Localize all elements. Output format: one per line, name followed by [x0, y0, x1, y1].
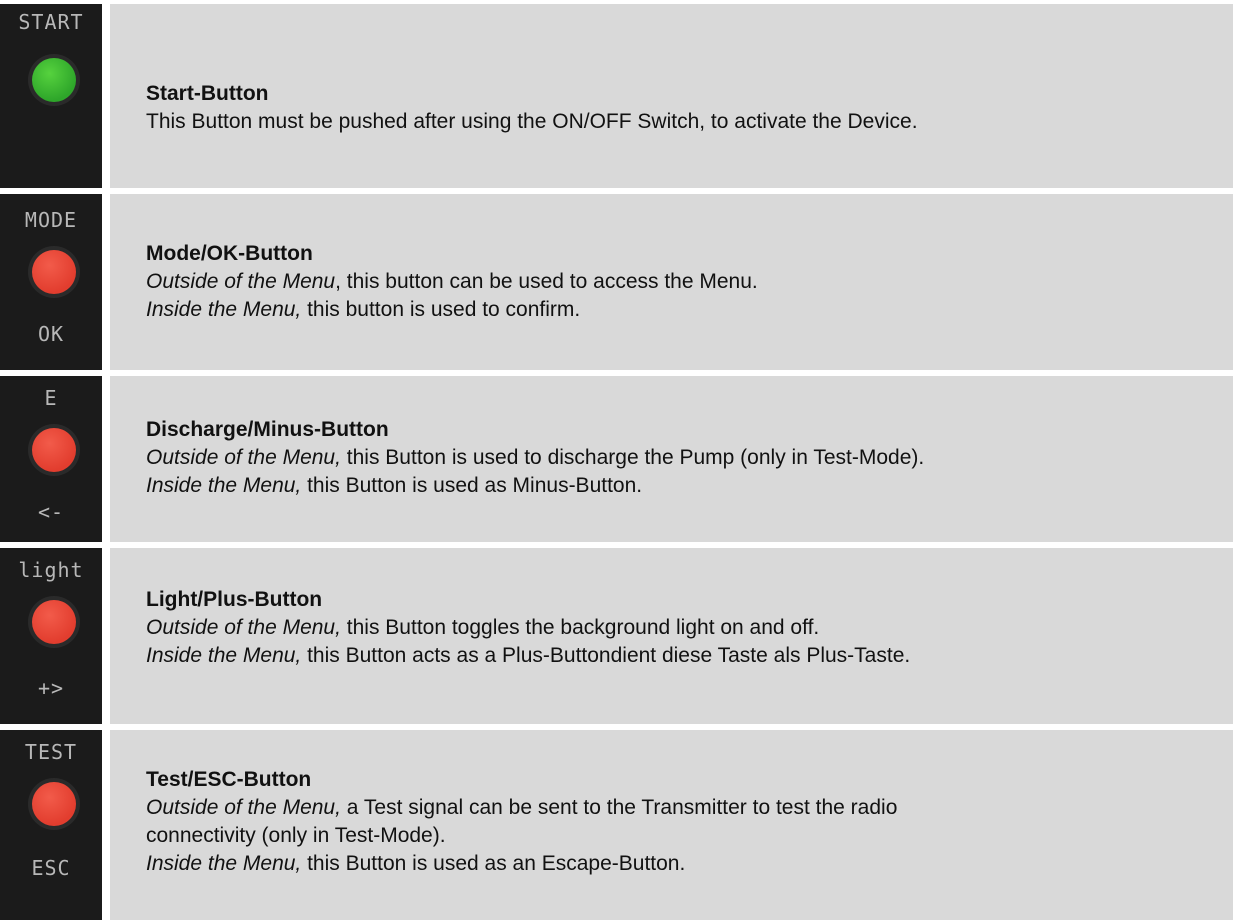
description-line: Inside the Menu, this Button acts as a P… [146, 644, 911, 667]
description-cell: Start-Button This Button must be pushed … [110, 4, 1233, 188]
red-button-icon [32, 250, 76, 294]
icon-bottom-label: ESC [31, 856, 71, 880]
description-line: Outside of the Menu, this button can be … [146, 270, 758, 293]
icon-bottom-label: <- [37, 500, 65, 524]
icon-top-label: E [44, 386, 58, 410]
button-icon-cell: MODE OK [0, 194, 102, 370]
description-line: Outside of the Menu, this Button is used… [146, 446, 925, 469]
button-description-table: START Start-Button This Button must be p… [0, 0, 1233, 920]
table-row: START Start-Button This Button must be p… [0, 4, 1233, 188]
description-cell: Discharge/Minus-Button Outside of the Me… [110, 376, 1233, 542]
description-line: Inside the Menu, this Button is used as … [146, 852, 686, 875]
icon-top-label: MODE [24, 208, 78, 232]
row-title: Test/ESC-Button [146, 768, 312, 791]
button-icon-cell: light +> [0, 548, 102, 724]
table-row: MODE OK Mode/OK-Button Outside of the Me… [0, 194, 1233, 370]
red-button-icon [32, 428, 76, 472]
description-line: This Button must be pushed after using t… [146, 110, 918, 133]
row-title: Start-Button [146, 82, 269, 105]
description-line: connectivity (only in Test-Mode). [146, 824, 446, 847]
table-row: light +> Light/Plus-Button Outside of th… [0, 548, 1233, 724]
icon-bottom-label: +> [37, 676, 65, 700]
description-line: Outside of the Menu, this Button toggles… [146, 616, 820, 639]
description-cell: Test/ESC-Button Outside of the Menu, a T… [110, 730, 1233, 920]
table-row: TEST ESC Test/ESC-Button Outside of the … [0, 730, 1233, 920]
row-title: Light/Plus-Button [146, 588, 323, 611]
button-icon-cell: E <- [0, 376, 102, 542]
description-line: Outside of the Menu, a Test signal can b… [146, 796, 898, 819]
icon-top-label: TEST [24, 740, 78, 764]
button-icon-cell: START [0, 4, 102, 188]
icon-bottom-label: OK [37, 322, 65, 346]
icon-top-label: START [18, 10, 84, 34]
red-button-icon [32, 782, 76, 826]
row-title: Mode/OK-Button [146, 242, 313, 265]
description-line: Inside the Menu, this Button is used as … [146, 474, 643, 497]
green-button-icon [32, 58, 76, 102]
description-cell: Mode/OK-Button Outside of the Menu, this… [110, 194, 1233, 370]
row-title: Discharge/Minus-Button [146, 418, 389, 441]
red-button-icon [32, 600, 76, 644]
button-icon-cell: TEST ESC [0, 730, 102, 920]
table-row: E <- Discharge/Minus-Button Outside of t… [0, 376, 1233, 542]
icon-top-label: light [18, 558, 84, 582]
description-line: Inside the Menu, this button is used to … [146, 298, 581, 321]
description-cell: Light/Plus-Button Outside of the Menu, t… [110, 548, 1233, 724]
